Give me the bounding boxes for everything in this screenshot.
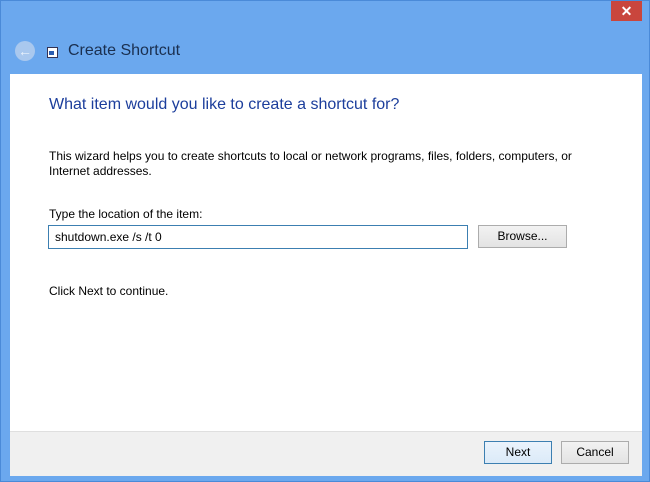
location-label: Type the location of the item: xyxy=(49,207,203,221)
cancel-button[interactable]: Cancel xyxy=(561,441,629,464)
footer-bar: Next Cancel xyxy=(10,431,642,476)
close-button[interactable]: ✕ xyxy=(611,1,642,21)
page-heading: What item would you like to create a sho… xyxy=(49,96,400,113)
continue-text: Click Next to continue. xyxy=(49,284,169,298)
wizard-content: What item would you like to create a sho… xyxy=(10,74,642,431)
browse-button[interactable]: Browse... xyxy=(478,225,567,248)
window-title: Create Shortcut xyxy=(68,42,181,59)
back-arrow-icon: ← xyxy=(18,43,32,59)
close-icon: ✕ xyxy=(620,3,633,19)
back-button[interactable]: ← xyxy=(15,41,35,61)
description-text: This wizard helps you to create shortcut… xyxy=(49,149,572,178)
dialog-window: ✕ ← Create Shortcut What item would you … xyxy=(0,0,650,482)
location-input[interactable]: shutdown.exe /s /t 0 xyxy=(48,225,468,249)
shortcut-icon xyxy=(47,47,58,58)
next-button[interactable]: Next xyxy=(484,441,552,464)
